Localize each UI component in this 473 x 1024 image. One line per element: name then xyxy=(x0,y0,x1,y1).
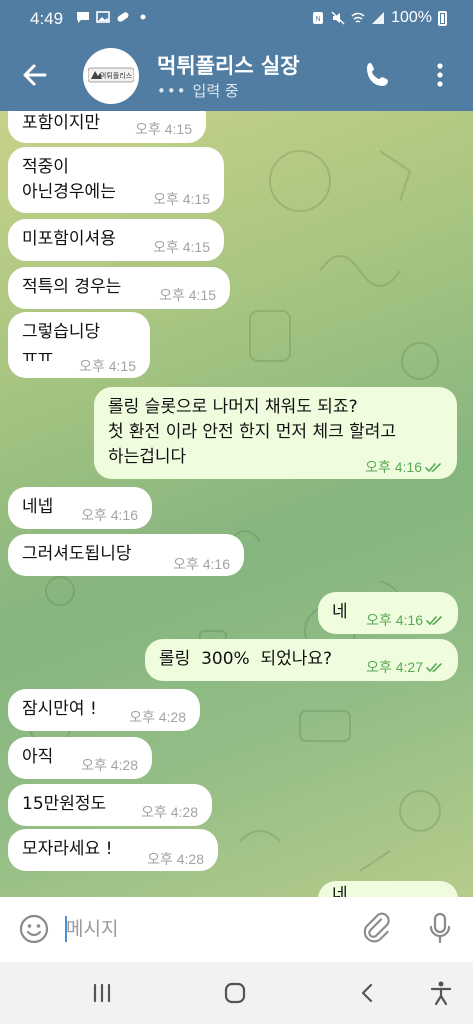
message-time: 오후 4:16 xyxy=(365,455,443,480)
message-time-label: 오후 4:16 xyxy=(365,459,422,475)
double-check-icon xyxy=(425,463,441,473)
message-text: 롤링 300% 되었나요? xyxy=(159,649,333,669)
message-text: 롤링 슬롯으로 나머지 채워도 되죠? 첫 환전 이라 안전 한지 먼저 체크 … xyxy=(108,397,397,467)
signal-icon xyxy=(372,12,385,24)
message-bubble-incoming[interactable]: 아직 오후 4:28 xyxy=(8,737,152,779)
chat-messages-area[interactable]: 포함이지만 오후 4:15 적중이 아닌경우에는 오후 4:15 미포함이셔용 … xyxy=(0,111,473,897)
message-bubble-incoming[interactable]: 그러셔도됩니당 오후 4:16 xyxy=(8,534,244,576)
message-time: 오후 4:28 xyxy=(129,709,186,725)
message-bubble-outgoing[interactable]: 롤링 슬롯으로 나머지 채워도 되죠? 첫 환전 이라 안전 한지 먼저 체크 … xyxy=(94,387,457,479)
message-text: 아직 xyxy=(22,747,54,767)
message-time-label: 오후 4:27 xyxy=(366,659,423,675)
message-bubble-outgoing[interactable]: 네 xyxy=(318,881,458,897)
home-icon[interactable] xyxy=(222,980,248,1006)
message-time: 오후 4:16 xyxy=(81,507,138,523)
message-bubble-incoming[interactable]: 적특의 경우는 오후 4:15 xyxy=(8,267,230,309)
chat-notification-icon xyxy=(77,12,89,23)
back-arrow-icon[interactable] xyxy=(18,58,52,92)
battery-icon xyxy=(438,10,447,26)
message-text: 잠시만여 ! xyxy=(22,699,97,719)
nfc-icon: N xyxy=(313,12,324,24)
status-right: N 100% xyxy=(311,9,447,27)
double-check-icon xyxy=(426,663,442,673)
message-bubble-incoming[interactable]: 미포함이셔용 오후 4:15 xyxy=(8,219,224,261)
chat-header: 먹튀폴리스 먹튀폴리스 실장 ••• 입력 중 xyxy=(0,38,473,111)
system-navigation-bar xyxy=(0,962,473,1024)
message-bubble-incoming[interactable]: 네넵 오후 4:16 xyxy=(8,487,152,529)
pill-notification-icon xyxy=(117,12,129,22)
message-time: 오후 4:28 xyxy=(81,757,138,773)
message-bubble-incoming[interactable]: 모자라세요 ! 오후 4:28 xyxy=(8,829,218,871)
message-bubble-incoming[interactable]: 15만원정도 오후 4:28 xyxy=(8,784,212,826)
message-time: 오후 4:15 xyxy=(153,191,210,207)
message-bubble-outgoing[interactable]: 롤링 300% 되었나요? 오후 4:27 xyxy=(145,639,458,681)
message-time: 오후 4:27 xyxy=(366,655,444,680)
message-bubble-incoming[interactable]: 잠시만여 ! 오후 4:28 xyxy=(8,689,200,731)
message-text: 미포함이셔용 xyxy=(22,229,116,249)
paperclip-icon[interactable] xyxy=(363,911,393,945)
message-text: 적특의 경우는 xyxy=(22,277,122,297)
message-text: 네 xyxy=(332,885,348,897)
status-bar: 4:49 N 100% xyxy=(0,0,473,38)
svg-text:N: N xyxy=(316,16,321,23)
accessibility-icon[interactable] xyxy=(428,980,454,1006)
microphone-icon[interactable] xyxy=(428,911,452,945)
notification-icons xyxy=(76,10,150,24)
message-time: 오후 4:16 xyxy=(173,556,230,572)
message-time: 오후 4:15 xyxy=(79,358,136,374)
message-text: 그러셔도됩니당 xyxy=(22,544,132,564)
message-bubble-incoming[interactable]: 적중이 아닌경우에는 오후 4:15 xyxy=(8,147,224,213)
phone-icon[interactable] xyxy=(363,60,393,90)
message-time: 오후 4:15 xyxy=(153,239,210,255)
message-text: 포함이지만 xyxy=(22,113,101,133)
message-input[interactable] xyxy=(66,911,346,947)
logo-image: 먹튀폴리스 xyxy=(88,67,134,83)
typing-dots-icon: ••• xyxy=(157,82,187,100)
back-icon[interactable] xyxy=(355,980,381,1006)
dot-icon xyxy=(140,14,146,20)
message-time: 오후 4:16 xyxy=(366,608,444,633)
image-notification-icon xyxy=(96,11,110,23)
wifi-icon xyxy=(351,12,365,23)
message-text: 15만원정도 xyxy=(22,794,107,814)
message-time: 오후 4:28 xyxy=(141,804,198,820)
recent-apps-icon[interactable] xyxy=(89,980,115,1006)
battery-percent: 100% xyxy=(391,9,432,26)
message-text: 네 xyxy=(332,602,348,622)
message-text: 적중이 아닌경우에는 xyxy=(22,157,116,202)
message-input-bar xyxy=(0,897,473,962)
message-bubble-incoming[interactable]: 포함이지만 오후 4:15 xyxy=(8,111,206,143)
message-time: 오후 4:28 xyxy=(147,851,204,867)
double-check-icon xyxy=(426,616,442,626)
mute-icon xyxy=(331,11,345,25)
status-time: 4:49 xyxy=(30,9,64,28)
typing-status-text: 입력 중 xyxy=(192,82,239,100)
message-time: 오후 4:15 xyxy=(159,287,216,303)
typing-status: ••• 입력 중 xyxy=(157,80,239,101)
chat-title[interactable]: 먹튀폴리스 실장 xyxy=(157,50,300,80)
avatar[interactable]: 먹튀폴리스 xyxy=(83,48,139,104)
avatar-logo-text: 먹튀폴리스 xyxy=(100,71,133,80)
message-text: 네넵 xyxy=(22,497,54,517)
message-text: 모자라세요 ! xyxy=(22,839,113,859)
more-options-icon[interactable] xyxy=(430,60,450,90)
message-time-label: 오후 4:16 xyxy=(366,612,423,628)
message-time: 오후 4:15 xyxy=(135,121,192,137)
message-bubble-incoming[interactable]: 그렇습니당 ㅠㅠ 오후 4:15 xyxy=(8,312,150,378)
emoji-icon[interactable] xyxy=(18,913,50,945)
message-bubble-outgoing[interactable]: 네 오후 4:16 xyxy=(318,592,458,634)
